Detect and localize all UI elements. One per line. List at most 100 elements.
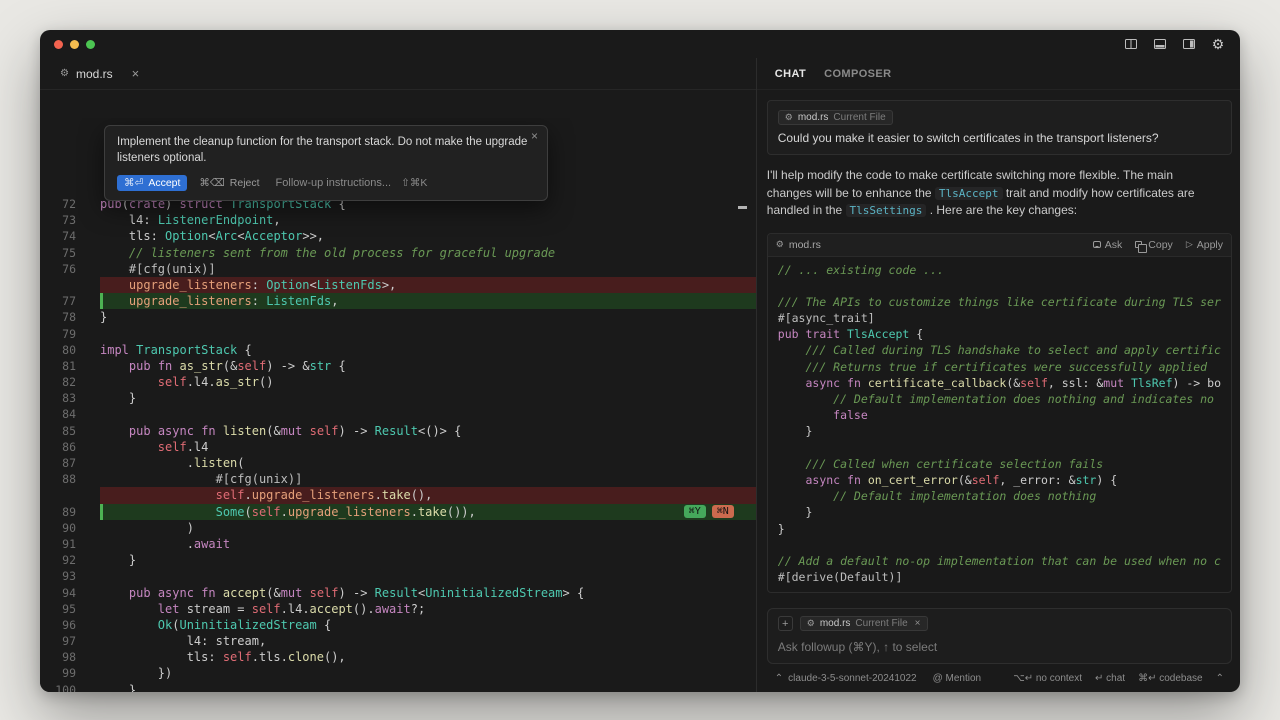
chat-input-box[interactable]: + ⚙ mod.rs Current File × Ask followup (… <box>767 608 1232 664</box>
editor-code-line[interactable]: 85 pub async fn listen(&mut self) -> Res… <box>40 423 756 439</box>
chat-submit-shortcut[interactable]: ↵ chat <box>1095 673 1125 684</box>
remove-context-icon[interactable]: × <box>915 618 921 629</box>
editor-code-line[interactable]: self.upgrade_listeners.take(), <box>40 487 756 503</box>
copy-icon <box>1135 241 1142 248</box>
codebase-submit-shortcut[interactable]: ⌘↵ codebase <box>1138 673 1203 684</box>
add-context-button[interactable]: + <box>778 616 793 631</box>
editor-code-line[interactable]: 93 <box>40 568 756 584</box>
chat-code-line: pub trait TlsAccept { <box>778 326 1221 342</box>
model-name: claude-3-5-sonnet-20241022 <box>788 673 916 684</box>
editor-code-line[interactable]: 73 l4: ListenerEndpoint, <box>40 212 756 228</box>
close-icon[interactable]: × <box>531 129 538 143</box>
diff-accept-badge[interactable]: ⌘Y <box>684 505 706 518</box>
line-number: 75 <box>40 245 100 261</box>
editor-code-line[interactable]: 89 Some(self.upgrade_listeners.take()),⌘… <box>40 504 756 520</box>
apply-button[interactable]: ▷ Apply <box>1186 239 1223 251</box>
line-number: 73 <box>40 212 100 228</box>
editor-code-line[interactable]: 74 tls: Option<Arc<Acceptor>>, <box>40 228 756 244</box>
tab-label: mod.rs <box>76 67 113 81</box>
chat-code-block: ⚙ mod.rs Ask Copy ▷ <box>767 233 1232 593</box>
chat-input-placeholder[interactable]: Ask followup (⌘Y), ↑ to select <box>778 640 1221 654</box>
split-editor-icon[interactable] <box>1123 36 1139 52</box>
editor-code-line[interactable]: 83 } <box>40 390 756 406</box>
rust-file-icon: ⚙ <box>807 618 815 629</box>
no-context-shortcut[interactable]: ⌥↵ no context <box>1013 673 1082 684</box>
pill-file-name: mod.rs <box>820 618 851 629</box>
model-selector[interactable]: ⌃ claude-3-5-sonnet-20241022 <box>775 673 917 684</box>
line-number: 72 <box>40 196 100 212</box>
editor-code-line[interactable]: 94 pub async fn accept(&mut self) -> Res… <box>40 585 756 601</box>
minimap-marker <box>738 206 747 209</box>
reject-button[interactable]: ⌘⌫ Reject <box>199 177 259 189</box>
user-message: Could you make it easier to switch certi… <box>778 131 1221 145</box>
followup-input[interactable]: Follow-up instructions... <box>276 177 392 189</box>
line-number: 99 <box>40 665 100 681</box>
editor-code-line[interactable]: 76 #[cfg(unix)] <box>40 261 756 277</box>
line-number: 94 <box>40 585 100 601</box>
user-message-card: ⚙ mod.rs Current File Could you make it … <box>767 100 1232 155</box>
editor-tab-bar: ⚙ mod.rs × <box>40 58 756 90</box>
editor-code-line[interactable]: 90 ) <box>40 520 756 536</box>
tab-composer[interactable]: COMPOSER <box>824 68 891 80</box>
editor-code-line[interactable]: 81 pub fn as_str(&self) -> &str { <box>40 358 756 374</box>
close-window-button[interactable] <box>54 40 63 49</box>
editor-code-line[interactable]: 92 } <box>40 552 756 568</box>
editor-code-line[interactable]: 95 let stream = self.l4.accept().await?; <box>40 601 756 617</box>
editor-code-line[interactable]: 98 tls: self.tls.clone(), <box>40 649 756 665</box>
context-file-name: mod.rs <box>798 112 829 123</box>
line-number: 97 <box>40 633 100 649</box>
input-context-pill[interactable]: ⚙ mod.rs Current File × <box>800 616 928 631</box>
chat-code-line <box>778 440 1221 456</box>
line-number <box>40 487 100 503</box>
accept-button[interactable]: ⌘⏎ Accept <box>117 175 187 191</box>
chat-tab-bar: CHAT COMPOSER <box>757 58 1240 90</box>
chat-footer: ⌃ claude-3-5-sonnet-20241022 @ Mention ⌥… <box>767 669 1232 687</box>
editor-code-line[interactable]: 77 upgrade_listeners: ListenFds, <box>40 293 756 309</box>
editor-code-line[interactable]: 96 Ok(UninitializedStream { <box>40 617 756 633</box>
editor-code-line[interactable]: 75 // listeners sent from the old proces… <box>40 245 756 261</box>
diff-reject-badge[interactable]: ⌘N <box>712 505 734 518</box>
copy-button[interactable]: Copy <box>1135 239 1173 251</box>
traffic-lights <box>54 40 95 49</box>
chat-code-line: #[async_trait] <box>778 310 1221 326</box>
pill-file-tag: Current File <box>855 618 907 629</box>
toggle-right-sidebar-icon[interactable] <box>1181 36 1197 52</box>
editor-code-line[interactable]: 100 } <box>40 682 756 692</box>
chat-code-line: // Default implementation does nothing <box>778 488 1221 504</box>
toggle-bottom-panel-icon[interactable] <box>1152 36 1168 52</box>
editor-code-line[interactable]: upgrade_listeners: Option<ListenFds>, <box>40 277 756 293</box>
line-number: 79 <box>40 326 100 342</box>
play-icon: ▷ <box>1186 239 1193 250</box>
maximize-window-button[interactable] <box>86 40 95 49</box>
chat-panel: CHAT COMPOSER ⚙ mod.rs Current File Coul… <box>757 58 1240 692</box>
settings-gear-icon[interactable]: ⚙ <box>1210 36 1226 52</box>
chat-code-line <box>778 537 1221 553</box>
editor-code-line[interactable]: 84 <box>40 406 756 422</box>
tab-chat[interactable]: CHAT <box>775 68 806 80</box>
chat-bubble-icon <box>1093 241 1101 248</box>
editor-code-line[interactable]: 80impl TransportStack { <box>40 342 756 358</box>
minimize-window-button[interactable] <box>70 40 79 49</box>
code-editor[interactable]: 72pub(crate) struct TransportStack {73 l… <box>40 118 756 692</box>
editor-code-line[interactable]: 86 self.l4 <box>40 439 756 455</box>
editor-code-line[interactable]: 82 self.l4.as_str() <box>40 374 756 390</box>
editor-code-line[interactable]: 91 .await <box>40 536 756 552</box>
line-number: 89 <box>40 504 100 520</box>
editor-code-line[interactable]: 99 }) <box>40 665 756 681</box>
line-number: 85 <box>40 423 100 439</box>
context-file-pill[interactable]: ⚙ mod.rs Current File <box>778 110 893 125</box>
editor-pane: ⚙ mod.rs × 72pub(crate) struct Transport… <box>40 58 757 692</box>
editor-code-line[interactable]: 97 l4: stream, <box>40 633 756 649</box>
mention-button[interactable]: @ Mention <box>933 673 982 684</box>
titlebar: ⚙ <box>40 30 1240 58</box>
tab-mod-rs[interactable]: ⚙ mod.rs × <box>48 58 151 89</box>
tab-close-icon[interactable]: × <box>132 66 140 81</box>
line-number: 90 <box>40 520 100 536</box>
editor-code-line[interactable]: 88 #[cfg(unix)] <box>40 471 756 487</box>
editor-code-line[interactable]: 87 .listen( <box>40 455 756 471</box>
editor-code-line[interactable]: 78} <box>40 309 756 325</box>
reject-shortcut: ⌘⌫ <box>199 177 224 189</box>
collapse-chevron-icon[interactable]: ⌃ <box>1216 673 1224 684</box>
ask-button[interactable]: Ask <box>1093 239 1123 251</box>
editor-code-line[interactable]: 79 <box>40 326 756 342</box>
